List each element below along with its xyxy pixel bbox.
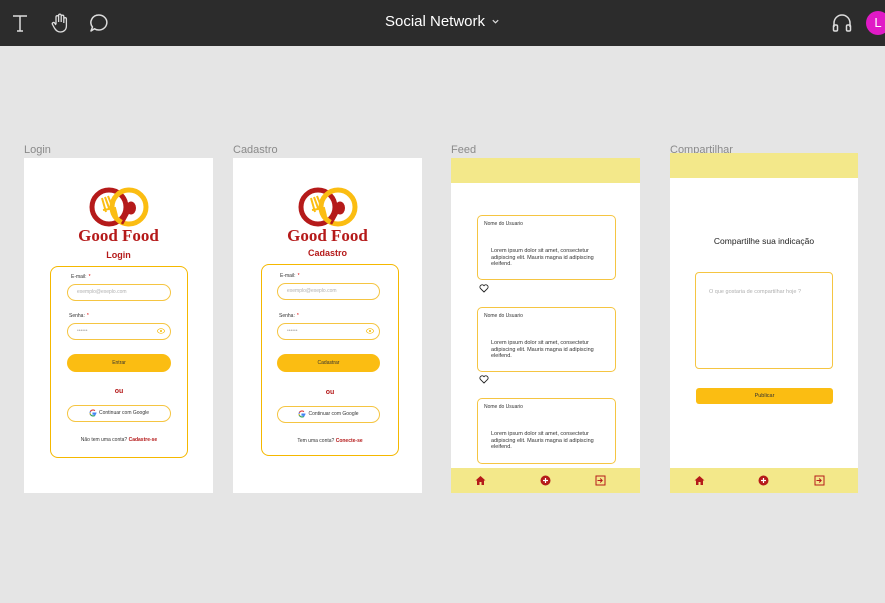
signup-prompt-text: Não tem uma conta? [80, 437, 128, 443]
login-prompt: Tem uma conta? Conecte-se [262, 438, 398, 444]
share-header-bar [670, 153, 858, 178]
signup-link[interactable]: Cadastre-se [129, 437, 158, 443]
heart-icon[interactable] [479, 375, 489, 384]
required-mark: * [88, 274, 91, 280]
post-card[interactable]: Nome do Usuario Lorem ipsum dolor sit am… [477, 307, 616, 372]
email-label-text: E-mail: [280, 273, 296, 279]
bottom-nav-bar [670, 468, 858, 493]
google-button-label: Continuar com Google [308, 411, 359, 417]
post-text: Lorem ipsum dolor sit amet, consectetur … [491, 248, 594, 267]
add-circle-icon[interactable] [540, 475, 551, 486]
password-label-text: Senha: [279, 313, 295, 319]
share-title: Compartilhe sua indicação [713, 236, 815, 246]
required-mark: * [86, 313, 89, 319]
post-text: Lorem ipsum dolor sit amet, consectetur … [491, 431, 594, 450]
publish-button[interactable]: Publicar [696, 388, 833, 404]
signup-prompt: Não tem uma conta? Cadastre-se [51, 437, 187, 443]
logout-icon[interactable] [595, 475, 606, 486]
password-label: Senha: * [69, 313, 89, 319]
email-field[interactable]: exemplo@exeplo.com [277, 283, 380, 300]
google-signup-button[interactable]: Continuar com Google [277, 406, 380, 423]
email-field[interactable]: exemplo@exeplo.com [67, 284, 171, 301]
share-textarea[interactable]: O que gostaria de compartilhar hoje ? [695, 272, 833, 369]
file-title-text: Social Network [384, 13, 486, 30]
headphones-icon[interactable] [830, 11, 854, 35]
login-prompt-text: Tem uma conta? [297, 438, 335, 444]
login-frame: Good Food Login E-mail: * exemplo@exeplo.… [24, 158, 213, 493]
top-toolbar: Social Network L [0, 0, 885, 46]
google-login-button[interactable]: Continuar com Google [67, 405, 171, 422]
login-card: E-mail: * exemplo@exeplo.com Senha: * ••••… [50, 266, 188, 458]
bottom-nav-bar [451, 468, 640, 493]
avatar[interactable]: L [866, 11, 885, 35]
password-label-text: Senha: [69, 313, 85, 319]
heart-icon[interactable] [479, 284, 489, 293]
or-separator: ou [325, 389, 335, 396]
email-label: E-mail: * [71, 274, 91, 280]
required-mark: * [297, 273, 300, 279]
chevron-down-icon[interactable] [491, 13, 500, 30]
home-icon[interactable] [475, 475, 486, 486]
post-username[interactable]: Nome do Usuario [484, 404, 523, 410]
feed-header-bar [451, 158, 640, 183]
signup-frame: Good Food Cadastro E-mail: * exemplo@exep… [233, 158, 422, 493]
post-username[interactable]: Nome do Usuario [484, 221, 523, 227]
file-title[interactable]: Social Network [0, 13, 885, 30]
eye-icon[interactable] [157, 328, 165, 334]
post-card[interactable]: Nome do Usuario Lorem ipsum dolor sit am… [477, 215, 616, 280]
home-icon[interactable] [694, 475, 705, 486]
add-circle-icon[interactable] [758, 475, 769, 486]
screen-title: Login [106, 250, 131, 260]
password-field[interactable]: •••••• [277, 323, 380, 340]
or-separator: ou [114, 388, 124, 395]
screen-title: Cadastro [307, 248, 347, 258]
login-link[interactable]: Conecte-se [336, 438, 363, 444]
signup-card: E-mail: * exemplo@exeplo.com Senha: * ••••… [261, 264, 399, 456]
frame-label-login[interactable]: Login [24, 144, 51, 156]
email-label: E-mail: * [280, 273, 300, 279]
frame-label-feed[interactable]: Feed [451, 144, 476, 156]
brand-name: Good Food [287, 226, 368, 245]
brand-name: Good Food [78, 226, 159, 245]
google-icon [299, 410, 306, 418]
share-frame: Compartilhe sua indicação O que gostaria… [670, 153, 858, 493]
email-label-text: E-mail: [71, 274, 87, 280]
login-button[interactable]: Entrar [67, 354, 171, 372]
frame-label-signup[interactable]: Cadastro [233, 144, 278, 156]
password-placeholder: •••••• [287, 328, 298, 334]
password-placeholder: •••••• [77, 328, 88, 334]
required-mark: * [296, 313, 299, 319]
post-card[interactable]: Nome do Usuario Lorem ipsum dolor sit am… [477, 398, 616, 464]
logout-icon[interactable] [814, 475, 825, 486]
google-icon [89, 409, 97, 417]
password-field[interactable]: •••••• [67, 323, 171, 340]
post-text: Lorem ipsum dolor sit amet, consectetur … [491, 340, 594, 359]
signup-button[interactable]: Cadastrar [277, 354, 380, 372]
eye-icon[interactable] [366, 328, 374, 334]
feed-frame: Nome do Usuario Lorem ipsum dolor sit am… [451, 158, 640, 493]
google-button-label: Continuar com Google [98, 410, 150, 416]
post-username[interactable]: Nome do Usuario [484, 313, 523, 319]
password-label: Senha: * [279, 313, 299, 319]
